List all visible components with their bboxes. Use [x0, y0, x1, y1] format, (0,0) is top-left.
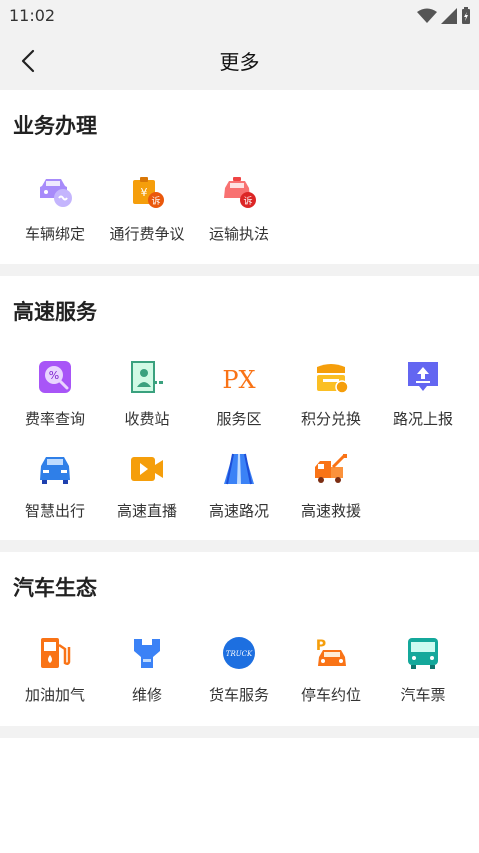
section-title: 业务办理 — [13, 114, 97, 138]
grid-item-road-report[interactable]: 路况上报 — [377, 359, 469, 439]
svg-text:诉: 诉 — [151, 195, 160, 207]
truck-service-icon: TRUCK — [223, 637, 255, 669]
svg-text:¥: ¥ — [141, 186, 148, 199]
car-link-icon — [40, 179, 72, 207]
bus-ticket-icon — [408, 638, 438, 669]
live-video-icon — [131, 457, 163, 481]
grid-item-repair[interactable]: 维修 — [101, 635, 193, 715]
parking-icon: P — [316, 638, 346, 666]
grid-item-label: 收费站 — [124, 410, 170, 428]
grid-item-truck-service[interactable]: TRUCK 货车服务 — [193, 635, 285, 715]
grid-item-label: 费率查询 — [24, 410, 85, 428]
page-title: 更多 — [219, 50, 260, 74]
svg-text:PX: PX — [222, 366, 255, 394]
status-bar: 11:02 — [0, 0, 479, 32]
status-time: 11:02 — [9, 6, 56, 25]
grid-item-rate-query[interactable]: % 费率查询 — [9, 359, 101, 439]
grid-item-bus-ticket[interactable]: 汽车票 — [377, 635, 469, 715]
status-icons — [417, 7, 471, 25]
nav-bar: 更多 — [0, 32, 479, 90]
section-highway-service: 高速服务 % 费率查询 收费站 PX 服务区 积分兑换 路况上报 智慧出行 高速… — [0, 276, 479, 540]
points-exchange-icon — [317, 364, 349, 394]
grid-item-label: 通行费争议 — [109, 225, 185, 243]
grid-item-label: 汽车票 — [400, 686, 446, 704]
section-divider — [0, 264, 479, 276]
grid-item-toll-station[interactable]: 收费站 — [101, 359, 193, 439]
grid-item-label: 智慧出行 — [24, 502, 85, 520]
rate-query-icon: % — [39, 361, 71, 393]
svg-text:%: % — [49, 369, 59, 382]
toll-station-icon — [131, 361, 163, 393]
grid-item-highway-live[interactable]: 高速直播 — [101, 451, 193, 531]
grid-item-parking[interactable]: P 停车约位 — [285, 635, 377, 715]
svg-text:诉: 诉 — [243, 195, 252, 207]
service-area-icon: PX — [222, 366, 255, 394]
transport-enforcement-icon: 诉 — [224, 177, 256, 208]
section-car-ecosystem: 汽车生态 加油加气 维修 TRUCK 货车服务 P 停车约位 汽车票 — [0, 552, 479, 726]
grid-item-label: 服务区 — [216, 410, 262, 428]
section-title: 高速服务 — [13, 300, 97, 324]
grid-item-toll-dispute[interactable]: ¥ 诉 通行费争议 — [101, 174, 193, 254]
grid-item-label: 路况上报 — [392, 410, 453, 428]
grid-item-highway-rescue[interactable]: 高速救援 — [285, 451, 377, 531]
grid-item-label: 运输执法 — [208, 225, 269, 243]
grid-item-points-exchange[interactable]: 积分兑换 — [285, 359, 377, 439]
grid-item-highway-road[interactable]: 高速路况 — [193, 451, 285, 531]
section-title: 汽车生态 — [13, 576, 97, 600]
road-report-icon — [408, 362, 438, 391]
svg-text:TRUCK: TRUCK — [226, 650, 253, 658]
section-business: 业务办理 车辆绑定 ¥ 诉 通行费争议 诉 运输执法 — [0, 90, 479, 264]
fuel-pump-icon — [41, 638, 71, 668]
repair-icon — [134, 639, 160, 668]
rescue-truck-icon — [315, 453, 347, 483]
grid-item-label: 加油加气 — [24, 686, 85, 704]
grid-item-transport-enforcement[interactable]: 诉 运输执法 — [193, 174, 285, 254]
grid-item-fuel[interactable]: 加油加气 — [9, 635, 101, 715]
grid-item-label: 高速路况 — [208, 502, 269, 520]
section-divider — [0, 726, 479, 738]
grid-item-label: 积分兑换 — [300, 410, 361, 428]
grid-item-label: 维修 — [131, 686, 162, 704]
section-divider — [0, 540, 479, 552]
grid-item-label: 货车服务 — [208, 686, 269, 704]
battery-icon — [462, 7, 470, 24]
wifi-icon — [417, 8, 437, 23]
grid-item-label: 高速直播 — [116, 502, 177, 520]
grid-item-car-binding[interactable]: 车辆绑定 — [9, 174, 101, 254]
smart-travel-icon — [40, 457, 70, 484]
toll-dispute-icon: ¥ 诉 — [133, 177, 164, 208]
highway-road-icon — [224, 453, 254, 485]
grid-item-label: 高速救援 — [300, 502, 361, 520]
grid-item-service-area[interactable]: PX 服务区 — [193, 359, 285, 439]
grid-item-label: 车辆绑定 — [24, 225, 85, 243]
signal-icon — [441, 8, 457, 24]
grid-item-smart-travel[interactable]: 智慧出行 — [9, 451, 101, 531]
grid-item-label: 停车约位 — [300, 686, 361, 704]
